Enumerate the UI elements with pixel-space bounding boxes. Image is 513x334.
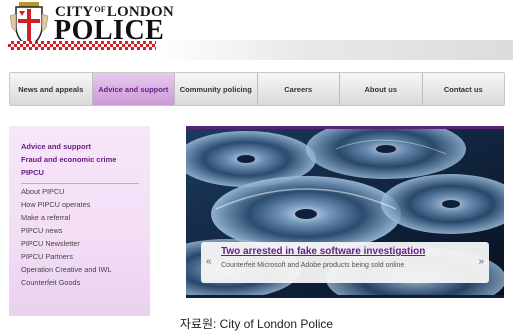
sidebar-link-pipcu-partners[interactable]: PIPCU Partners: [21, 252, 73, 261]
sidebar-divider: [21, 183, 139, 184]
nav-advice-and-support[interactable]: Advice and support: [92, 73, 175, 105]
sidebar-link-counterfeit-goods[interactable]: Counterfeit Goods: [21, 278, 80, 287]
sidebar-heading-fraud[interactable]: Fraud and economic crime: [21, 155, 116, 164]
prev-arrow-icon[interactable]: «: [206, 256, 212, 267]
checker-band: [8, 41, 156, 50]
sidebar-heading-advice[interactable]: Advice and support: [21, 142, 91, 151]
main-nav: News and appeals Advice and support Comm…: [9, 72, 505, 106]
sidebar-link-about-pipcu[interactable]: About PIPCU: [21, 187, 64, 196]
sidebar-link-make-a-referral[interactable]: Make a referral: [21, 213, 70, 222]
banner-subtitle: Counterfeit Microsoft and Adobe products…: [221, 262, 405, 269]
site-header: CITYOFLONDON POLICE: [0, 0, 513, 62]
sidebar-link-operation-creative[interactable]: Operation Creative and IWL: [21, 265, 111, 274]
sidebar-link-pipcu-news[interactable]: PIPCU news: [21, 226, 62, 235]
nav-careers[interactable]: Careers: [258, 73, 340, 105]
sidebar-heading-pipcu[interactable]: PIPCU: [21, 168, 44, 177]
sidebar-link-pipcu-newsletter[interactable]: PIPCU Newsletter: [21, 239, 80, 248]
source-caption: 자료원: City of London Police: [179, 317, 334, 331]
sidebar-link-how-pipcu-operates[interactable]: How PIPCU operates: [21, 200, 90, 209]
header-band: [156, 40, 513, 60]
banner-caption: « Two arrested in fake software investig…: [201, 242, 489, 283]
sidebar: Advice and support Fraud and economic cr…: [9, 126, 150, 316]
nav-news-and-appeals[interactable]: News and appeals: [10, 73, 93, 105]
banner-title-link[interactable]: Two arrested in fake software investigat…: [221, 246, 425, 257]
nav-about-us[interactable]: About us: [340, 73, 423, 105]
nav-community-policing[interactable]: Community policing: [175, 73, 258, 105]
nav-contact-us[interactable]: Contact us: [423, 73, 505, 105]
next-arrow-icon[interactable]: »: [478, 256, 484, 267]
